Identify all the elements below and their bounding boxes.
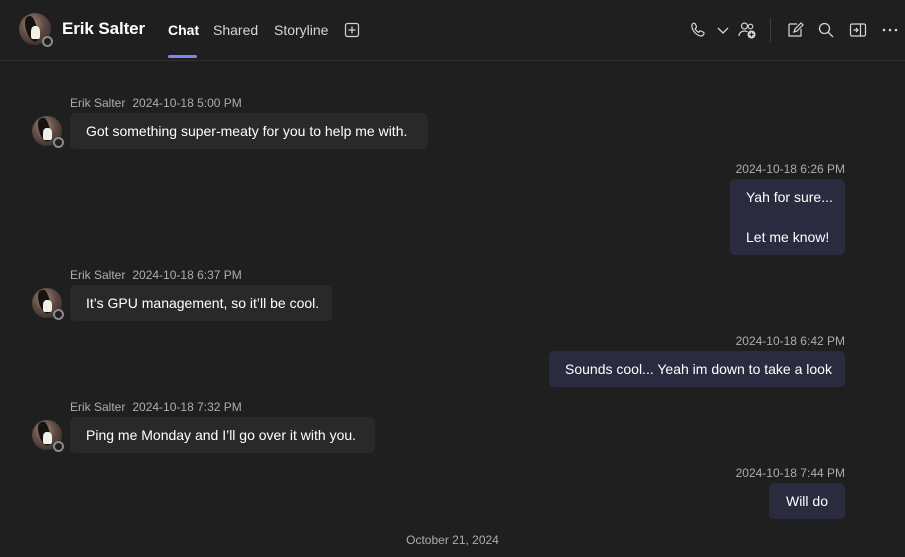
add-people-icon[interactable] <box>737 20 757 40</box>
sender-name: Erik Salter <box>70 96 126 110</box>
add-tab-icon[interactable] <box>344 22 360 38</box>
sender-avatar[interactable] <box>32 420 64 452</box>
message-text: Sounds cool... Yeah im down to take a lo… <box>565 361 832 377</box>
phone-icon[interactable] <box>688 20 708 40</box>
contact-name[interactable]: Erik Salter <box>62 19 145 39</box>
message-bubble[interactable]: Ping me Monday and I’ll go over it with … <box>70 417 375 453</box>
popout-icon[interactable] <box>848 20 868 40</box>
message-time: 2024-10-18 6:26 PM <box>735 162 845 176</box>
message-time: 2024-10-18 7:44 PM <box>735 466 845 480</box>
date-separator: October 21, 2024 <box>406 533 499 547</box>
message-bubble[interactable]: Sounds cool... Yeah im down to take a lo… <box>549 351 845 387</box>
message-text: Ping me Monday and I’ll go over it with … <box>86 427 357 443</box>
sender-name: Erik Salter <box>70 268 126 282</box>
message-meta: Erik Salter 2024-10-18 5:00 PM <box>70 96 242 110</box>
presence-status-icon <box>42 36 53 47</box>
message-bubble[interactable]: Yah for sure... Let me know! <box>730 179 845 255</box>
tab-chat[interactable]: Chat <box>168 22 199 38</box>
message-meta: Erik Salter 2024-10-18 7:32 PM <box>70 400 242 414</box>
message-text: Yah for sure... <box>746 189 833 205</box>
message-bubble[interactable]: Will do <box>769 483 845 519</box>
message-time: 2024-10-18 5:00 PM <box>132 96 242 110</box>
message-bubble[interactable]: It’s GPU management, so it’ll be cool. <box>70 285 332 321</box>
message-text: Got something super-meaty for you to hel… <box>86 123 408 139</box>
chevron-down-icon[interactable] <box>713 20 733 40</box>
sender-avatar[interactable] <box>32 116 64 148</box>
contact-avatar[interactable] <box>19 13 53 47</box>
tab-storyline[interactable]: Storyline <box>274 22 328 38</box>
sender-name: Erik Salter <box>70 400 126 414</box>
message-time: 2024-10-18 6:42 PM <box>735 334 845 348</box>
sender-avatar[interactable] <box>32 288 64 320</box>
message-bubble[interactable]: Got something super-meaty for you to hel… <box>70 113 428 149</box>
message-text: Let me know! <box>746 229 830 245</box>
presence-status-icon <box>53 309 64 320</box>
chat-header: Erik Salter Chat Shared Storyline <box>0 0 905 61</box>
message-text: It’s GPU management, so it’ll be cool. <box>86 295 320 311</box>
header-divider <box>770 18 771 42</box>
message-meta: Erik Salter 2024-10-18 6:37 PM <box>70 268 242 282</box>
search-icon[interactable] <box>816 20 836 40</box>
active-tab-indicator <box>168 55 197 58</box>
presence-status-icon <box>53 441 64 452</box>
more-options-icon[interactable] <box>880 20 900 40</box>
presence-status-icon <box>53 137 64 148</box>
message-time: 2024-10-18 6:37 PM <box>132 268 242 282</box>
new-chat-icon[interactable] <box>785 20 805 40</box>
message-text: Will do <box>785 493 828 509</box>
tab-shared[interactable]: Shared <box>213 22 258 38</box>
message-time: 2024-10-18 7:32 PM <box>132 400 242 414</box>
